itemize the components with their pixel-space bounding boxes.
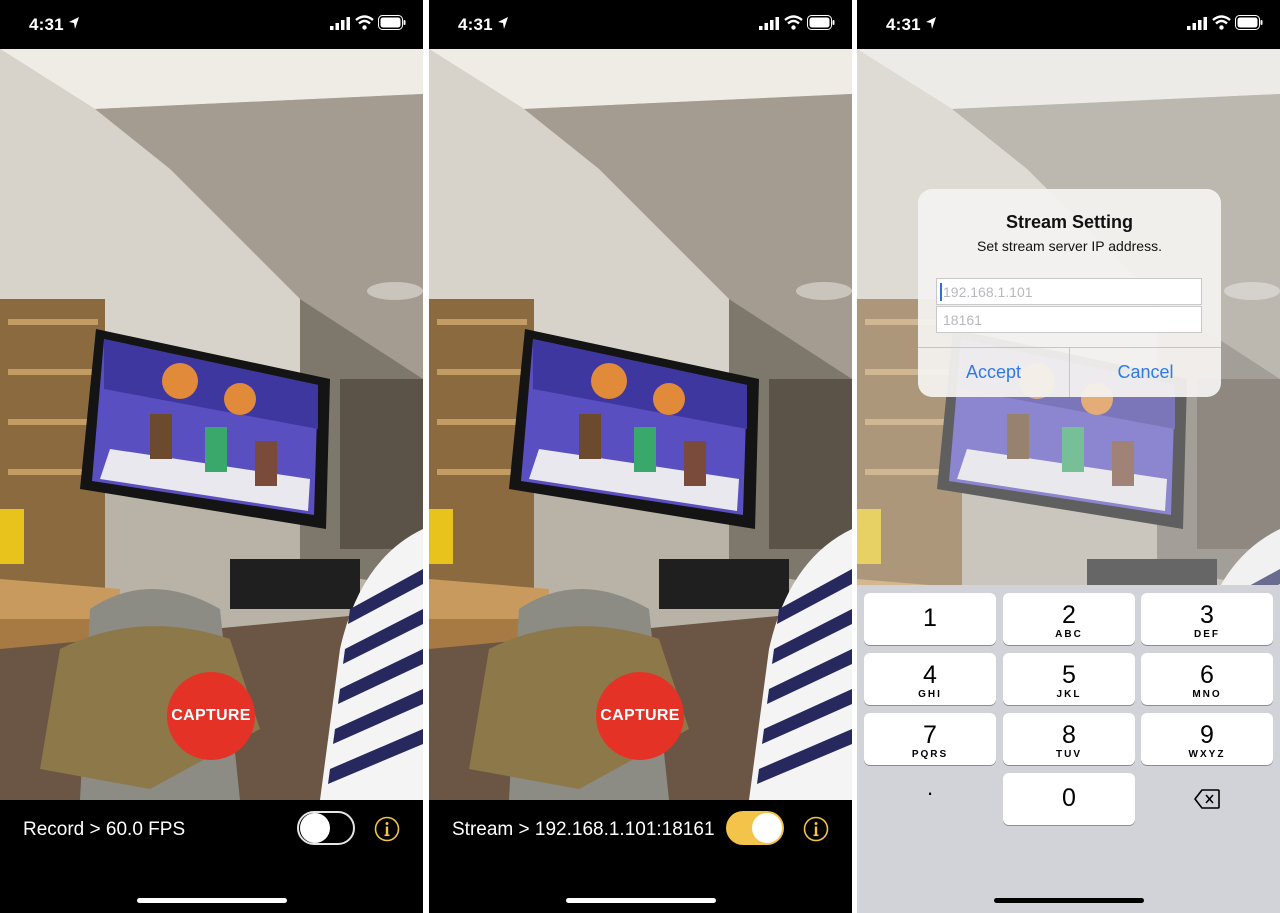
key-digit: 0 <box>1062 784 1076 812</box>
status-bar: 4:31 <box>429 0 852 49</box>
toggle-knob <box>752 813 782 843</box>
bottom-control-bar: Stream > 192.168.1.101:18161 <box>429 800 852 913</box>
accept-button[interactable]: Accept <box>918 348 1069 397</box>
key-dot[interactable]: . <box>864 773 996 825</box>
key-letters: WXYZ <box>1188 749 1226 760</box>
key-letters: MNO <box>1192 689 1222 700</box>
key-digit: 6 <box>1200 661 1214 689</box>
key-digit: 8 <box>1062 721 1076 749</box>
info-icon[interactable] <box>803 816 829 842</box>
status-bar: 4:31 <box>857 0 1280 49</box>
delete-key[interactable] <box>1141 773 1273 825</box>
capture-button[interactable]: CAPTURE <box>596 672 684 760</box>
cellular-signal-icon <box>759 17 779 30</box>
backspace-icon <box>1194 789 1220 809</box>
toggle-knob <box>300 813 330 843</box>
cellular-signal-icon <box>1187 17 1207 30</box>
stream-toggle[interactable] <box>297 811 355 845</box>
status-time: 4:31 <box>886 15 921 34</box>
key-letters: TUV <box>1056 749 1082 760</box>
battery-icon <box>378 15 406 30</box>
home-indicator[interactable] <box>566 898 716 903</box>
dialog-title: Stream Setting <box>1005 212 1134 232</box>
key-letters: ABC <box>1055 629 1083 640</box>
key-5[interactable]: 5 JKL <box>1003 653 1135 705</box>
key-4[interactable]: 4 GHI <box>864 653 996 705</box>
mode-status-label: Record > 60.0 FPS <box>23 819 186 840</box>
wifi-icon <box>355 15 374 30</box>
status-time: 4:31 <box>458 15 493 34</box>
capture-button[interactable]: CAPTURE <box>167 672 255 760</box>
key-letters: PQRS <box>911 749 949 760</box>
key-9[interactable]: 9 WXYZ <box>1141 713 1273 765</box>
status-time: 4:31 <box>29 15 64 34</box>
info-icon[interactable] <box>374 816 400 842</box>
key-digit: 5 <box>1062 661 1076 689</box>
home-indicator[interactable] <box>137 898 287 903</box>
cellular-signal-icon <box>330 17 350 30</box>
bottom-control-bar: Record > 60.0 FPS <box>0 800 423 913</box>
location-arrow-icon <box>69 17 79 29</box>
phone-screen-record: 4:31 CAPTURE Record > 60.0 FPS <box>0 0 423 913</box>
ip-address-placeholder: 192.168.1.101 <box>943 284 1033 300</box>
key-2[interactable]: 2 ABC <box>1003 593 1135 645</box>
key-digit: 3 <box>1200 601 1214 629</box>
key-digit: 1 <box>923 604 937 632</box>
cancel-button[interactable]: Cancel <box>1070 348 1221 397</box>
key-digit: 9 <box>1200 721 1214 749</box>
phone-screen-stream: 4:31 CAPTURE Stream > 192.168.1.101:1816… <box>429 0 852 913</box>
port-placeholder: 18161 <box>943 312 982 328</box>
home-indicator[interactable] <box>994 898 1144 903</box>
key-0[interactable]: 0 <box>1003 773 1135 825</box>
location-arrow-icon <box>926 17 936 29</box>
numeric-keypad: 1 2 ABC 3 DEF 4 GHI 5 JKL 6 MNO 7 PQRS 8 TUV 9W… <box>857 585 1280 913</box>
key-6[interactable]: 6 MNO <box>1141 653 1273 705</box>
status-bar: 4:31 <box>0 0 423 49</box>
key-digit: 4 <box>923 661 937 689</box>
key-letters: DEF <box>1194 629 1220 640</box>
wifi-icon <box>784 15 803 30</box>
key-digit: 7 <box>923 721 937 749</box>
mode-status-label: Stream > 192.168.1.101:18161 <box>452 819 715 840</box>
key-letters: GHI <box>918 689 942 700</box>
location-arrow-icon <box>498 17 508 29</box>
phone-screen-stream-settings: 4:31 Stream Setting Set stream server IP… <box>857 0 1280 913</box>
key-8[interactable]: 8 TUV <box>1003 713 1135 765</box>
wifi-icon <box>1212 15 1231 30</box>
stream-toggle[interactable] <box>726 811 784 845</box>
battery-icon <box>1235 15 1263 30</box>
key-3[interactable]: 3 DEF <box>1141 593 1273 645</box>
text-cursor <box>940 283 942 301</box>
port-field[interactable]: 18161 <box>936 306 1202 333</box>
key-digit: 2 <box>1062 601 1076 629</box>
ip-address-field[interactable]: 192.168.1.101 <box>936 278 1202 305</box>
key-letters: JKL <box>1056 689 1082 700</box>
stream-setting-dialog: Stream Setting Set stream server IP addr… <box>918 189 1221 397</box>
key-7[interactable]: 7 PQRS <box>864 713 996 765</box>
dialog-message: Set stream server IP address. <box>977 238 1162 254</box>
key-1[interactable]: 1 <box>864 593 996 645</box>
battery-icon <box>807 15 835 30</box>
